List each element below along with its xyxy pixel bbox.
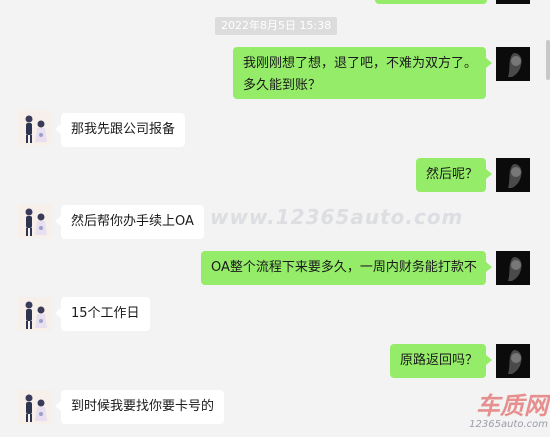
message-bubble-sent[interactable]: 然后呢？ [416, 158, 492, 192]
avatar-couple-icon [18, 111, 52, 145]
avatar-portrait-icon [496, 158, 530, 192]
message-text: 我刚刚想了想，退了吧，不难为双方了。 [243, 56, 478, 71]
message-text: 那我先跟公司报备 [71, 122, 176, 137]
avatar-couple-icon [18, 390, 52, 424]
scrollbar-thumb[interactable] [546, 40, 550, 80]
watermark-text: www.12365auto.com [210, 205, 464, 229]
message-text: 多久能到账？ [243, 78, 322, 93]
message-bubble-received[interactable]: 然后帮你办手续上OA [55, 205, 204, 239]
site-logo: 车质网 12365auto.com [458, 393, 548, 435]
avatar-other[interactable] [18, 297, 52, 331]
avatar-me[interactable] [496, 344, 530, 378]
message-text: OA整个流程下来要多久，一周内财务能打款不 [211, 260, 477, 275]
message-bubble-received[interactable]: 15个工作日 [55, 297, 150, 331]
chat-window: 2022年8月5日 15:38 我刚刚想了想，退了吧，不难为双方了。 多久能到账… [0, 0, 550, 437]
message-bubble-received[interactable]: 到时候我要找你要卡号的 [54, 390, 225, 424]
previous-avatar-me[interactable] [496, 0, 530, 4]
avatar-other[interactable] [18, 111, 52, 145]
logo-url: 12365auto.com [469, 419, 548, 430]
message-bubble-received[interactable]: 那我先跟公司报备 [54, 113, 186, 147]
message-text: 到时候我要找你要卡号的 [71, 399, 215, 414]
message-timestamp: 2022年8月5日 15:38 [215, 17, 338, 35]
previous-message-bubble[interactable] [375, 0, 487, 4]
message-bubble-sent[interactable]: 原路返回吗？ [390, 344, 492, 378]
message-text: 15个工作日 [71, 306, 140, 321]
avatar-couple-icon [18, 204, 52, 238]
avatar-me[interactable] [496, 47, 530, 81]
avatar-couple-icon [18, 297, 52, 331]
avatar-portrait-icon [496, 251, 530, 285]
message-bubble-sent[interactable]: 我刚刚想了想，退了吧，不难为双方了。 多久能到账？ [233, 47, 492, 99]
message-bubble-sent[interactable]: OA整个流程下来要多久，一周内财务能打款不 [201, 251, 492, 285]
avatar-portrait-icon [496, 47, 530, 81]
logo-name: 车质网 [476, 392, 548, 420]
avatar-me[interactable] [496, 158, 530, 192]
avatar-other[interactable] [18, 390, 52, 424]
avatar-me[interactable] [496, 251, 530, 285]
avatar-other[interactable] [18, 204, 52, 238]
message-text: 原路返回吗？ [400, 353, 479, 368]
message-text: 然后帮你办手续上OA [71, 214, 194, 229]
avatar-portrait-icon [496, 344, 530, 378]
message-text: 然后呢？ [426, 167, 479, 182]
